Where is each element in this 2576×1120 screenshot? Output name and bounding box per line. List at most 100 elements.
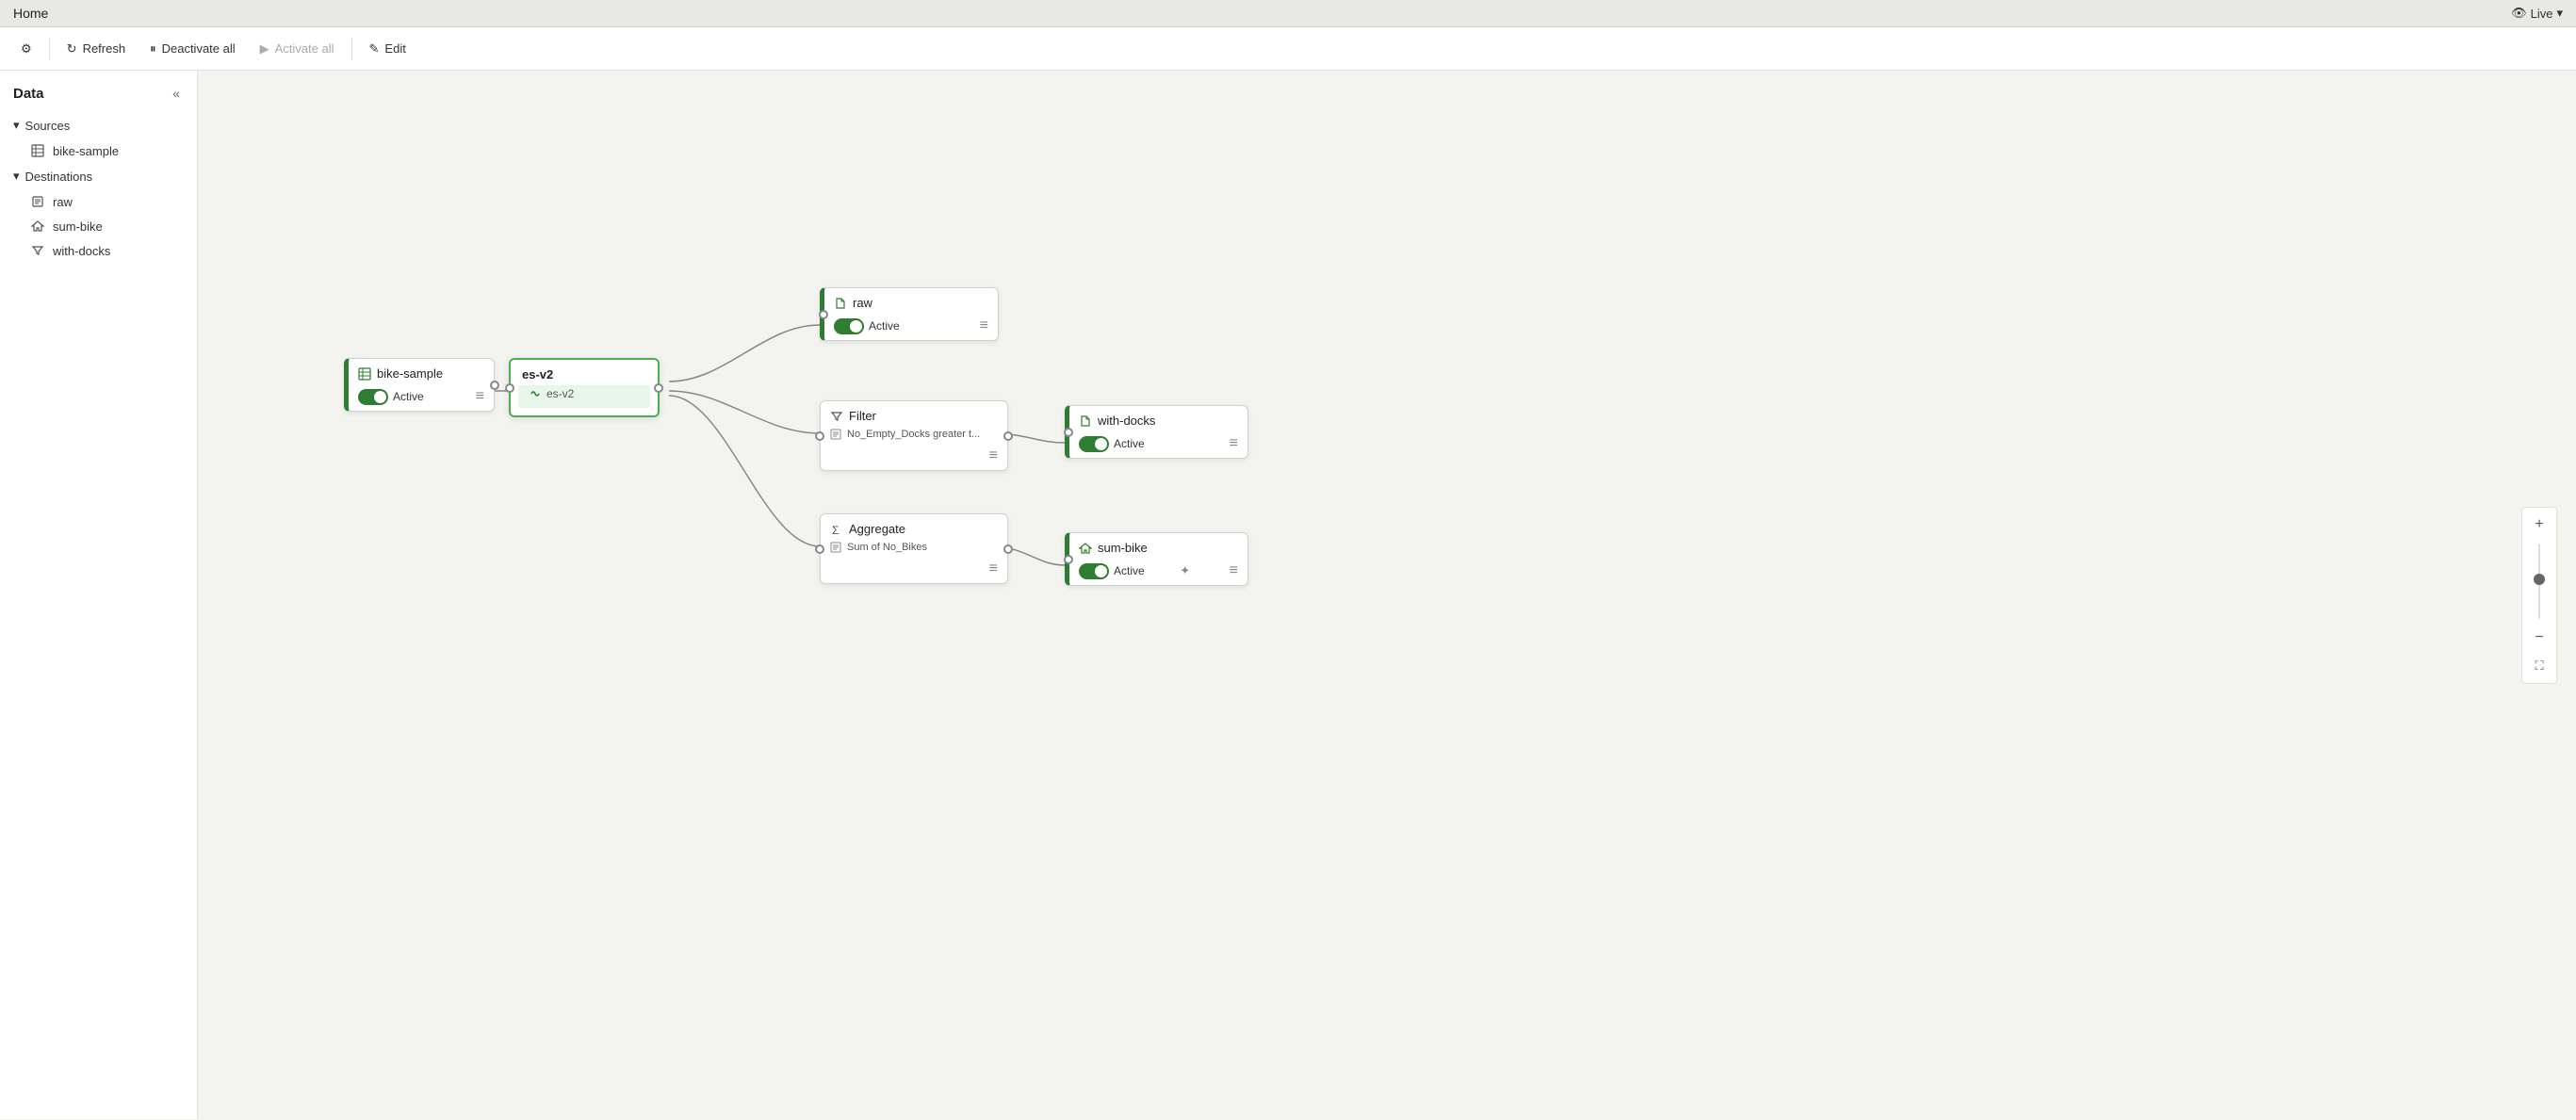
settings-icon: ⚙ bbox=[21, 41, 32, 57]
sum-bike-label: sum-bike bbox=[53, 219, 103, 234]
node-bike-sample[interactable]: bike-sample Active ≡ bbox=[344, 358, 495, 412]
table-icon bbox=[30, 143, 45, 158]
zoom-slider-track[interactable] bbox=[2538, 544, 2540, 619]
zoom-slider-thumb[interactable] bbox=[2534, 574, 2545, 585]
deactivate-button[interactable]: ⏸ Deactivate all bbox=[139, 36, 247, 62]
collapse-button[interactable]: « bbox=[169, 84, 184, 103]
node-raw-icon bbox=[834, 297, 847, 310]
destinations-label: Destinations bbox=[25, 170, 93, 184]
esv2-output-connector bbox=[654, 383, 663, 393]
node-aggregate-condition: Sum of No_Bikes bbox=[821, 540, 1007, 559]
bike-sample-label: bike-sample bbox=[53, 144, 119, 158]
node-raw-menu[interactable]: ≡ bbox=[980, 317, 988, 334]
node-esv2[interactable]: es-v2 es-v2 bbox=[509, 358, 660, 417]
bike-sample-output-connector bbox=[490, 381, 499, 390]
activate-button[interactable]: ▶ Activate all bbox=[249, 36, 346, 62]
node-sum-bike[interactable]: sum-bike Active ✦ ≡ bbox=[1065, 532, 1248, 586]
node-with-docks-menu[interactable]: ≡ bbox=[1230, 435, 1238, 452]
filter-output-connector bbox=[1003, 431, 1013, 441]
raw-toggle-track[interactable] bbox=[834, 318, 864, 334]
node-with-docks[interactable]: with-docks Active ≡ bbox=[1065, 405, 1248, 459]
house-icon bbox=[30, 219, 45, 234]
node-bike-sample-menu[interactable]: ≡ bbox=[476, 388, 484, 405]
node-sum-bike-header: sum-bike bbox=[1069, 533, 1247, 559]
node-sum-bike-status: Active bbox=[1114, 564, 1145, 577]
node-aggregate-label: Aggregate bbox=[849, 522, 905, 536]
raw-input-connector bbox=[819, 310, 828, 319]
node-sum-bike-footer: Active ✦ ≡ bbox=[1069, 559, 1247, 585]
node-raw[interactable]: raw Active ≡ bbox=[820, 287, 999, 341]
sidebar-header: Data « bbox=[0, 71, 197, 112]
esv2-input-connector bbox=[505, 383, 514, 393]
sidebar-item-bike-sample[interactable]: bike-sample bbox=[0, 138, 197, 163]
node-with-docks-toggle[interactable]: Active bbox=[1079, 436, 1145, 452]
toolbar-divider-2 bbox=[351, 38, 352, 60]
eye-icon: 👁 bbox=[2511, 6, 2527, 21]
toggle-thumb bbox=[374, 391, 386, 403]
edit-button[interactable]: ✎ Edit bbox=[358, 36, 417, 62]
edit-icon: ✎ bbox=[369, 41, 380, 57]
with-docks-input-connector bbox=[1064, 428, 1073, 437]
node-esv2-label: es-v2 bbox=[522, 367, 553, 381]
sidebar-item-raw[interactable]: raw bbox=[0, 189, 197, 214]
sum-bike-input-connector bbox=[1064, 555, 1073, 564]
canvas-area: bike-sample Active ≡ es-v2 bbox=[198, 71, 2576, 1119]
chevron-down-icon: ▾ bbox=[2556, 6, 2563, 21]
filter-condition-text: No_Empty_Docks greater t... bbox=[847, 429, 980, 440]
node-sum-bike-toggle[interactable]: Active bbox=[1079, 563, 1145, 579]
raw-label: raw bbox=[53, 195, 73, 209]
node-raw-toggle[interactable]: Active bbox=[834, 318, 900, 334]
node-filter[interactable]: Filter No_Empty_Docks greater t... ≡ bbox=[820, 400, 1008, 471]
sum-bike-toggle-thumb bbox=[1095, 565, 1107, 577]
refresh-icon: ↻ bbox=[67, 41, 77, 57]
app-title: Home bbox=[13, 6, 48, 21]
condition-icon bbox=[830, 429, 841, 440]
node-aggregate[interactable]: Σ Aggregate Sum of No_Bikes ≡ bbox=[820, 513, 1008, 584]
node-sum-bike-icon bbox=[1079, 542, 1092, 555]
zoom-in-button[interactable]: + bbox=[2526, 511, 2552, 538]
zoom-controls: + − ⛶ bbox=[2521, 507, 2557, 684]
zoom-fit-button[interactable]: ⛶ bbox=[2526, 653, 2552, 679]
zoom-out-button[interactable]: − bbox=[2526, 625, 2552, 651]
aggregate-condition-icon bbox=[830, 542, 841, 553]
sidebar-item-with-docks[interactable]: with-docks bbox=[0, 238, 197, 263]
node-bike-sample-icon bbox=[358, 367, 371, 381]
node-sum-bike-label: sum-bike bbox=[1098, 541, 1148, 555]
node-bike-sample-footer: Active ≡ bbox=[349, 384, 494, 411]
aggregate-condition-text: Sum of No_Bikes bbox=[847, 542, 927, 553]
sidebar: Data « ▾ Sources bike-sample ▾ Destinati… bbox=[0, 71, 198, 1119]
refresh-button[interactable]: ↻ Refresh bbox=[56, 36, 137, 62]
node-with-docks-header: with-docks bbox=[1069, 406, 1247, 431]
title-bar: Home 👁 Live ▾ bbox=[0, 0, 2576, 27]
sidebar-item-sum-bike[interactable]: sum-bike bbox=[0, 214, 197, 238]
node-aggregate-icon: Σ bbox=[830, 523, 843, 536]
edit-label: Edit bbox=[384, 41, 405, 56]
with-docks-toggle-track[interactable] bbox=[1079, 436, 1109, 452]
node-bike-sample-toggle[interactable]: Active bbox=[358, 389, 424, 405]
node-with-docks-footer: Active ≡ bbox=[1069, 431, 1247, 458]
with-docks-toggle-thumb bbox=[1095, 438, 1107, 450]
node-raw-status: Active bbox=[869, 319, 900, 333]
chevron-destinations-icon: ▾ bbox=[13, 169, 20, 184]
zoom-minus-icon: − bbox=[2535, 629, 2543, 646]
node-sum-bike-menu[interactable]: ≡ bbox=[1230, 562, 1238, 579]
main-layout: Data « ▾ Sources bike-sample ▾ Destinati… bbox=[0, 71, 2576, 1119]
live-label: Live bbox=[2531, 7, 2553, 21]
toggle-track[interactable] bbox=[358, 389, 388, 405]
sidebar-section-destinations[interactable]: ▾ Destinations bbox=[0, 163, 197, 189]
node-aggregate-menu[interactable]: ≡ bbox=[989, 560, 998, 577]
node-bike-sample-status: Active bbox=[393, 390, 424, 403]
node-raw-header: raw bbox=[824, 288, 998, 314]
aggregate-output-connector bbox=[1003, 544, 1013, 554]
live-indicator[interactable]: 👁 Live ▾ bbox=[2511, 6, 2563, 21]
node-raw-label: raw bbox=[853, 296, 872, 310]
sidebar-section-sources[interactable]: ▾ Sources bbox=[0, 112, 197, 138]
toolbar-divider-1 bbox=[49, 38, 50, 60]
node-esv2-sub: es-v2 bbox=[518, 385, 650, 408]
sum-bike-toggle-track[interactable] bbox=[1079, 563, 1109, 579]
settings-button[interactable]: ⚙ bbox=[9, 36, 43, 62]
sum-bike-extra-icon: ✦ bbox=[1180, 563, 1190, 578]
node-with-docks-status: Active bbox=[1114, 437, 1145, 450]
node-filter-menu[interactable]: ≡ bbox=[989, 447, 998, 464]
node-esv2-sub-label: es-v2 bbox=[546, 387, 574, 400]
